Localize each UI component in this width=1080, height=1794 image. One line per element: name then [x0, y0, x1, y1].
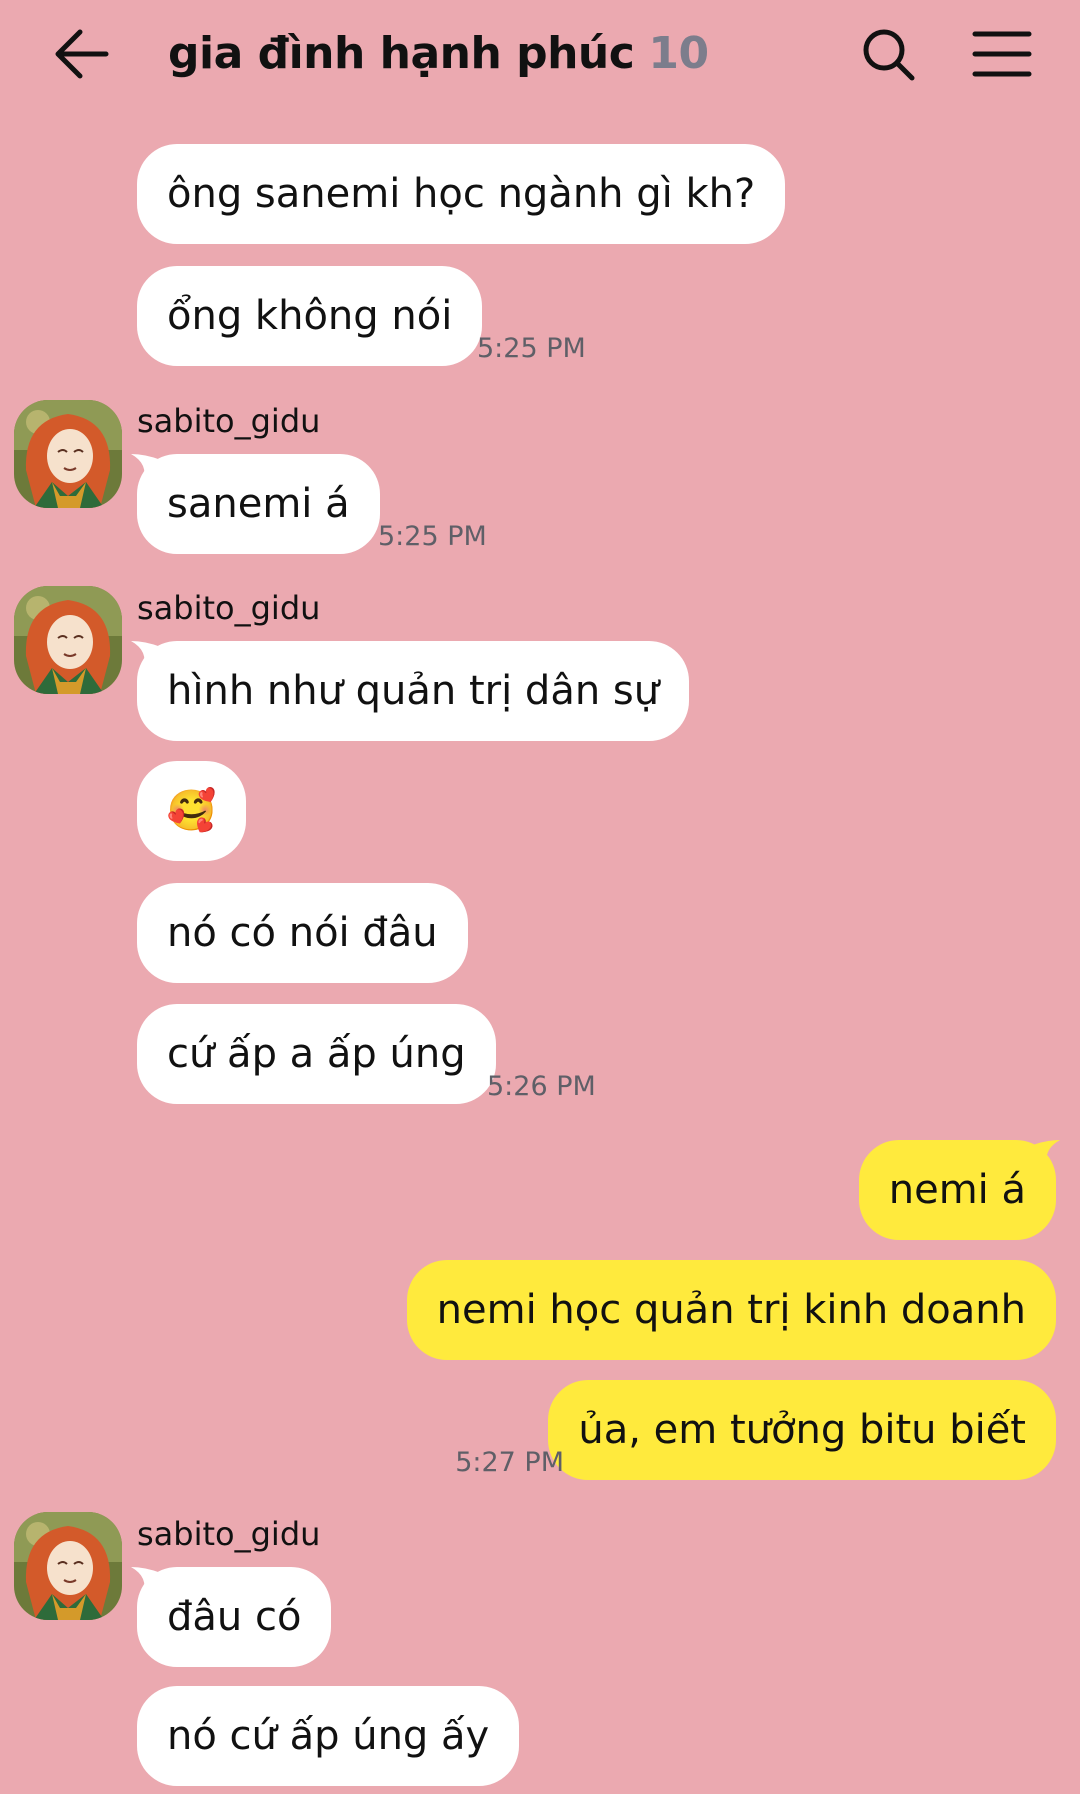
- message-text: nó cứ ấp úng ấy: [167, 1713, 490, 1759]
- message-text: cứ ấp a ấp úng: [167, 1031, 466, 1077]
- message-text: nemi á: [888, 1167, 1026, 1213]
- incoming-emoji-bubble[interactable]: 🥰: [137, 761, 246, 861]
- message-text: đâu có: [167, 1594, 302, 1640]
- message-timestamp: 5:26 PM: [487, 1071, 596, 1102]
- message-text: ủa, em tưởng bitu biết: [578, 1407, 1026, 1453]
- incoming-message-bubble[interactable]: nó có nói đâu: [137, 883, 468, 983]
- message-text: nemi học quản trị kinh doanh: [436, 1287, 1026, 1333]
- sender-name: sabito_gidu: [137, 589, 321, 627]
- avatar[interactable]: [14, 400, 122, 508]
- outgoing-message-bubble[interactable]: ủa, em tưởng bitu biết: [548, 1380, 1056, 1480]
- outgoing-message-bubble[interactable]: nemi á: [858, 1140, 1056, 1240]
- incoming-message-bubble[interactable]: ổng không nói: [137, 266, 483, 366]
- emoji: 🥰: [166, 788, 217, 834]
- message-timestamp: 5:27 PM: [455, 1447, 564, 1478]
- incoming-message-bubble[interactable]: sanemi á: [137, 454, 380, 554]
- message-timestamp: 5:25 PM: [378, 521, 487, 552]
- avatar[interactable]: [14, 586, 122, 694]
- search-icon[interactable]: [852, 22, 924, 86]
- member-count: 10: [648, 28, 709, 79]
- incoming-message-bubble[interactable]: ông sanemi học ngành gì kh?: [137, 144, 786, 244]
- message-timestamp: 5:25 PM: [477, 333, 586, 364]
- avatar[interactable]: [14, 1512, 122, 1620]
- incoming-message-bubble[interactable]: cứ ấp a ấp úng: [137, 1004, 496, 1104]
- chat-title: gia đình hạnh phúc 10: [168, 22, 709, 86]
- message-text: sanemi á: [167, 481, 350, 527]
- incoming-message-bubble[interactable]: đâu có: [137, 1567, 332, 1667]
- outgoing-message-bubble[interactable]: nemi học quản trị kinh doanh: [406, 1260, 1056, 1360]
- arrow-left-icon[interactable]: [44, 22, 116, 86]
- hamburger-menu-icon[interactable]: [966, 22, 1038, 86]
- message-text: ổng không nói: [167, 293, 453, 339]
- message-text: hình như quản trị dân sự: [167, 668, 660, 714]
- message-text: nó có nói đâu: [167, 910, 438, 956]
- message-text: ông sanemi học ngành gì kh?: [167, 171, 756, 217]
- sender-name: sabito_gidu: [137, 402, 321, 440]
- group-name: gia đình hạnh phúc: [168, 28, 635, 79]
- incoming-message-bubble[interactable]: nó cứ ấp úng ấy: [137, 1686, 520, 1786]
- chat-header: gia đình hạnh phúc 10: [0, 0, 1080, 110]
- incoming-message-bubble[interactable]: hình như quản trị dân sự: [137, 641, 690, 741]
- sender-name: sabito_gidu: [137, 1515, 321, 1553]
